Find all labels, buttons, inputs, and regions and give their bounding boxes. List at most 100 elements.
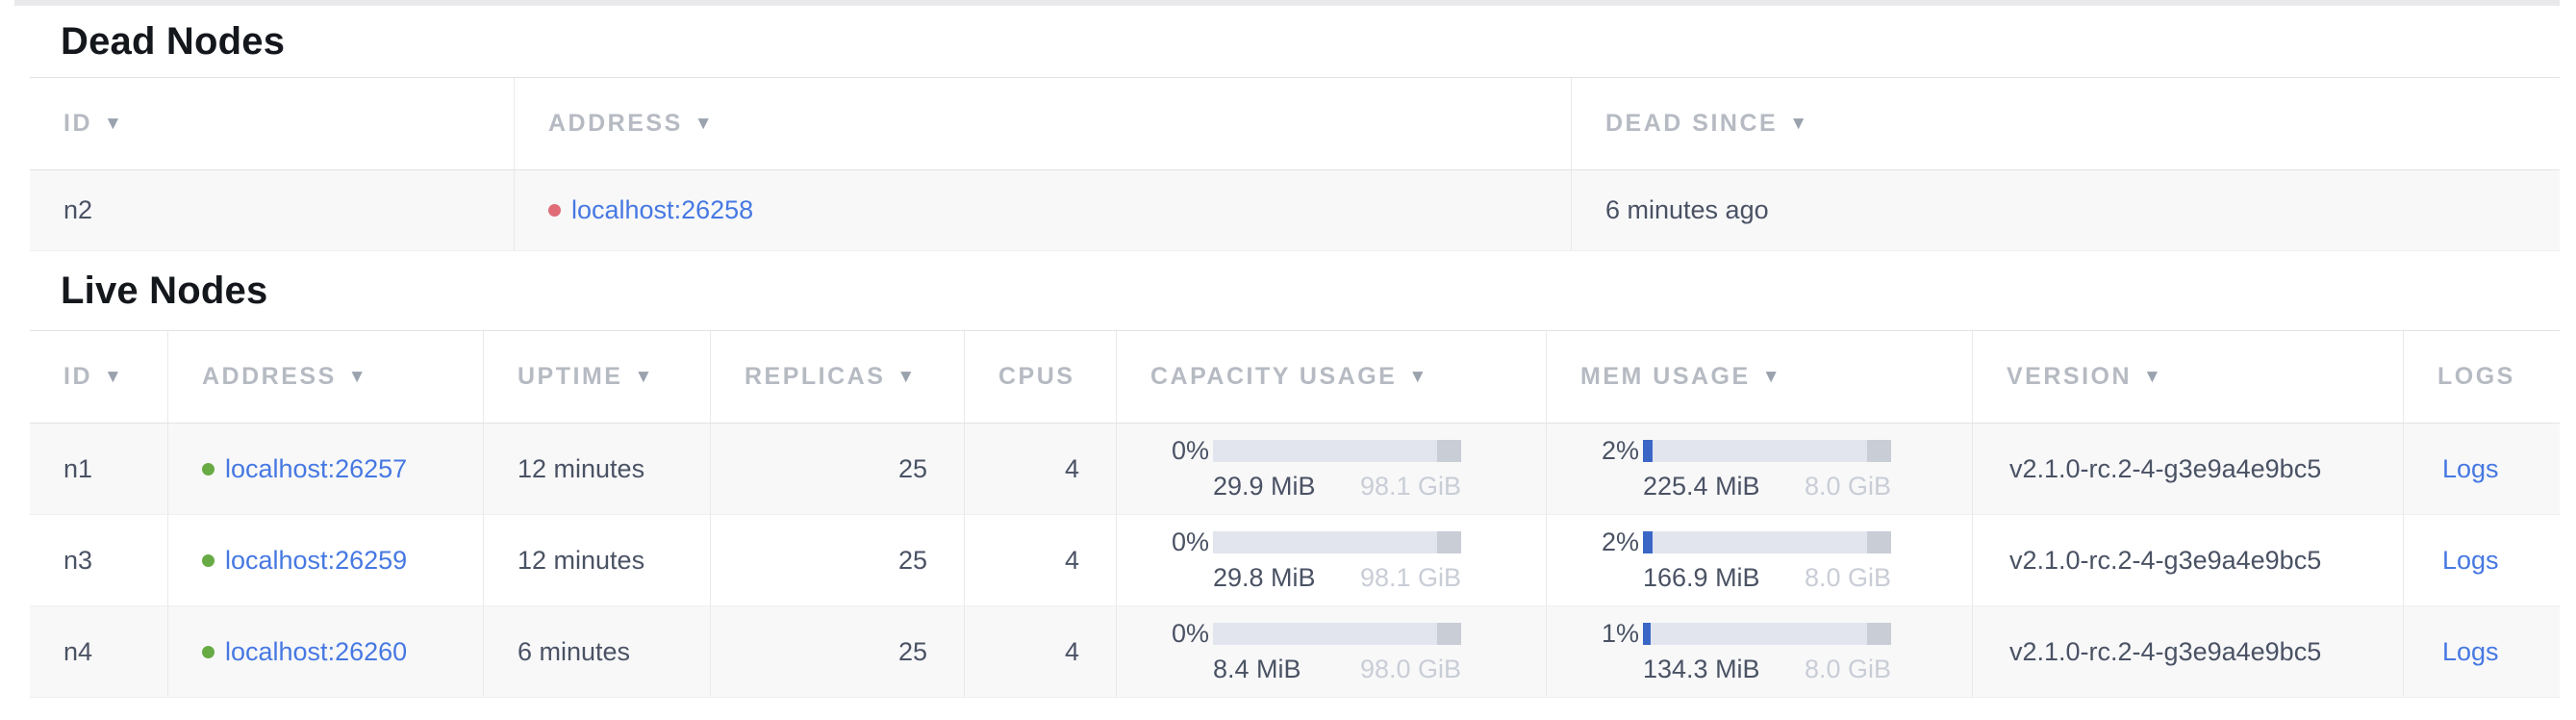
column-header-address[interactable]: ADDRESS ▼ [514,78,1571,169]
capacity-bar-endcap [1437,623,1461,645]
sort-desc-icon[interactable]: ▼ [897,367,917,388]
node-replicas: 25 [710,606,964,697]
node-id: n3 [30,515,167,605]
live-nodes-table: ID ▼ ADDRESS ▼ UPTIME ▼ REPLICAS ▼ CPUS [30,330,2560,698]
node-address-cell: localhost:26259 [167,515,483,605]
node-version: v2.1.0-rc.2-4-g3e9a4e9bc5 [1972,424,2403,514]
live-node-row: n1 localhost:26257 12 minutes 25 4 0% [30,424,2560,515]
live-nodes-header-row: ID ▼ ADDRESS ▼ UPTIME ▼ REPLICAS ▼ CPUS [30,331,2560,424]
node-address-link[interactable]: localhost:26260 [225,637,407,667]
capacity-total: 98.1 GiB [1360,472,1461,501]
capacity-percent: 0% [1117,619,1213,649]
node-version: v2.1.0-rc.2-4-g3e9a4e9bc5 [1972,606,2403,697]
column-header-uptime[interactable]: UPTIME ▼ [483,331,710,423]
node-cpus: 4 [964,606,1116,697]
node-version: v2.1.0-rc.2-4-g3e9a4e9bc5 [1972,515,2403,605]
mem-used: 225.4 MiB [1643,472,1760,501]
mem-bar-endcap [1867,440,1891,462]
dead-nodes-title: Dead Nodes [30,6,2560,77]
live-status-icon [202,646,215,658]
mem-usage-cell: 2% 166.9 MiB 8.0 GiB [1546,515,1972,605]
mem-bar-fill [1643,531,1653,553]
node-uptime: 12 minutes [483,515,710,605]
capacity-usage-bar [1213,440,1461,462]
node-cpus: 4 [964,515,1116,605]
logs-cell: Logs [2403,424,2560,514]
mem-used: 166.9 MiB [1643,563,1760,593]
capacity-total: 98.0 GiB [1360,655,1461,684]
live-nodes-title: Live Nodes [30,251,2560,330]
logs-link[interactable]: Logs [2442,454,2499,484]
sort-desc-icon[interactable]: ▼ [1408,367,1428,388]
logs-cell: Logs [2403,606,2560,697]
sort-desc-icon[interactable]: ▼ [104,114,124,135]
node-replicas: 25 [710,515,964,605]
capacity-bar-endcap [1437,531,1461,553]
capacity-bar-endcap [1437,440,1461,462]
column-header-address[interactable]: ADDRESS ▼ [167,331,483,423]
sort-desc-icon[interactable]: ▼ [348,367,368,388]
capacity-usage-cell: 0% 29.9 MiB 98.1 GiB [1116,424,1546,514]
mem-usage-bar [1643,440,1891,462]
node-id: n2 [30,170,514,250]
column-header-cpus[interactable]: CPUS [964,331,1116,423]
capacity-used: 29.9 MiB [1213,472,1316,501]
live-node-row: n4 localhost:26260 6 minutes 25 4 0% [30,606,2560,698]
column-header-logs[interactable]: LOGS [2403,331,2560,423]
mem-total: 8.0 GiB [1805,472,1891,501]
capacity-used: 29.8 MiB [1213,563,1316,593]
column-header-version[interactable]: VERSION ▼ [1972,331,2403,423]
node-address-link[interactable]: localhost:26257 [225,454,407,484]
capacity-used: 8.4 MiB [1213,655,1301,684]
node-id: n4 [30,606,167,697]
capacity-usage-cell: 0% 29.8 MiB 98.1 GiB [1116,515,1546,605]
mem-usage-cell: 1% 134.3 MiB 8.0 GiB [1546,606,1972,697]
capacity-usage-bar [1213,623,1461,645]
sort-desc-icon[interactable]: ▼ [1762,367,1782,388]
column-header-replicas[interactable]: REPLICAS ▼ [710,331,964,423]
mem-bar-fill [1643,623,1651,645]
mem-usage-bar [1643,531,1891,553]
sort-desc-icon[interactable]: ▼ [2143,367,2163,388]
mem-bar-endcap [1867,623,1891,645]
dead-status-icon [548,204,561,217]
node-id: n1 [30,424,167,514]
live-nodes-section: Live Nodes ID ▼ ADDRESS ▼ UPTIME ▼ REPLI… [30,251,2560,698]
node-address-link[interactable]: localhost:26258 [571,195,753,225]
mem-bar-fill [1643,440,1653,462]
column-header-dead-since[interactable]: DEAD SINCE ▼ [1571,78,2560,169]
capacity-percent: 0% [1117,436,1213,466]
node-uptime: 12 minutes [483,424,710,514]
node-replicas: 25 [710,424,964,514]
dead-nodes-section: Dead Nodes ID ▼ ADDRESS ▼ DEAD SINCE ▼ n… [30,6,2560,251]
capacity-usage-cell: 0% 8.4 MiB 98.0 GiB [1116,606,1546,697]
sort-desc-icon[interactable]: ▼ [634,367,654,388]
column-header-capacity-usage[interactable]: CAPACITY USAGE ▼ [1116,331,1546,423]
column-header-mem-usage[interactable]: MEM USAGE ▼ [1546,331,1972,423]
sort-desc-icon[interactable]: ▼ [695,114,715,135]
mem-percent: 2% [1547,527,1643,557]
node-address-cell: localhost:26257 [167,424,483,514]
mem-percent: 1% [1547,619,1643,649]
capacity-percent: 0% [1117,527,1213,557]
sort-desc-icon[interactable]: ▼ [1789,114,1809,135]
live-status-icon [202,554,215,567]
live-status-icon [202,463,215,476]
mem-used: 134.3 MiB [1643,655,1760,684]
column-header-id[interactable]: ID ▼ [30,331,167,423]
logs-link[interactable]: Logs [2442,637,2499,667]
dead-node-row: n2 localhost:26258 6 minutes ago [30,170,2560,251]
dead-nodes-header-row: ID ▼ ADDRESS ▼ DEAD SINCE ▼ [30,78,2560,170]
mem-usage-bar [1643,623,1891,645]
nodes-overview: Dead Nodes ID ▼ ADDRESS ▼ DEAD SINCE ▼ n… [30,6,2560,698]
node-address-cell: localhost:26260 [167,606,483,697]
node-cpus: 4 [964,424,1116,514]
column-header-id[interactable]: ID ▼ [30,78,514,169]
mem-bar-endcap [1867,531,1891,553]
mem-usage-cell: 2% 225.4 MiB 8.0 GiB [1546,424,1972,514]
logs-link[interactable]: Logs [2442,546,2499,576]
node-address-link[interactable]: localhost:26259 [225,546,407,576]
mem-percent: 2% [1547,436,1643,466]
capacity-total: 98.1 GiB [1360,563,1461,593]
sort-desc-icon[interactable]: ▼ [104,367,124,388]
